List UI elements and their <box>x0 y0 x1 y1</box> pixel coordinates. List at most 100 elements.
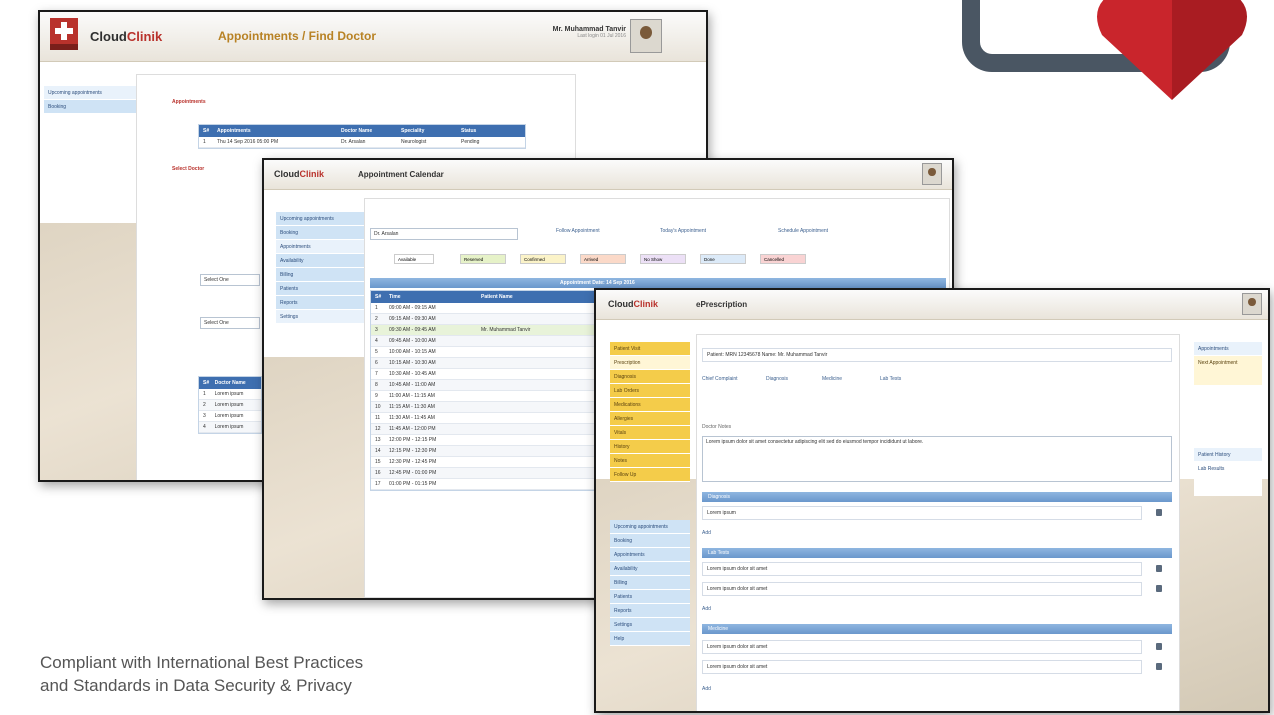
table-row[interactable]: 5 10:00 AM - 10:15 AM <box>371 347 595 358</box>
avatar[interactable] <box>1242 293 1262 315</box>
sidebar-item[interactable]: Appointments <box>610 548 690 562</box>
section-header-lab-tests: Lab Tests <box>702 548 1172 558</box>
screenshot-eprescription: CloudClinik ePrescription Patient Visit … <box>594 288 1270 713</box>
sidebar-item-booking[interactable]: Booking <box>44 100 136 114</box>
calendar-table: S# Time Patient Name 1 09:00 AM - 09:15 A… <box>370 290 596 491</box>
add-lab-button[interactable]: Add <box>702 606 711 612</box>
notes-textarea[interactable]: Lorem ipsum dolor sit amet consectetur a… <box>702 436 1172 482</box>
table-row[interactable]: 1 Thu 14 Sep 2016 05:00 PM Dr. Arsalan N… <box>199 137 525 148</box>
panel-item[interactable]: Appointments <box>1194 342 1262 356</box>
panel-item[interactable]: Lab Results <box>1194 462 1262 496</box>
table-row[interactable]: 6 10:15 AM - 10:30 AM <box>371 358 595 369</box>
check-diagnosis[interactable]: Diagnosis <box>766 376 788 382</box>
app-header: CloudClinik Appointments / Find Doctor M… <box>40 12 706 62</box>
table-row[interactable]: 4 Lorem ipsum <box>199 422 261 433</box>
table-row[interactable]: 3 09:30 AM - 09:45 AM Mr. Muhammad Tanvir <box>371 325 595 336</box>
sidebar-item[interactable]: Follow Up <box>610 468 690 482</box>
sidebar-item[interactable]: Medications <box>610 398 690 412</box>
status-chip: Cancelled <box>760 254 806 264</box>
avatar[interactable] <box>630 19 662 53</box>
schedule-appointment-button[interactable]: Schedule Appointment <box>778 228 828 234</box>
sidebar-item[interactable]: Reports <box>610 604 690 618</box>
table-row[interactable]: 16 12:45 PM - 01:00 PM <box>371 468 595 479</box>
sidebar-item[interactable]: Prescription <box>610 356 690 370</box>
medicine-row[interactable]: Lorem ipsum dolor sit amet <box>702 660 1142 674</box>
status-chip: Available <box>394 254 434 264</box>
date-banner: Appointment Date: 14 Sep 2016 <box>370 278 946 288</box>
table-row[interactable]: 14 12:15 PM - 12:30 PM <box>371 446 595 457</box>
promo-stage: CloudClinik Appointments / Find Doctor M… <box>0 0 1274 715</box>
check-medicine[interactable]: Medicine <box>822 376 842 382</box>
table-row[interactable]: 12 11:45 AM - 12:00 PM <box>371 424 595 435</box>
table-row[interactable]: 3 Lorem ipsum <box>199 411 261 422</box>
table-row[interactable]: 1 09:00 AM - 09:15 AM <box>371 303 595 314</box>
sidebar-item[interactable]: Settings <box>610 618 690 632</box>
sidebar-item[interactable]: Settings <box>276 310 364 324</box>
follow-appointment-button[interactable]: Follow Appointment <box>556 228 600 234</box>
delete-icon[interactable] <box>1156 565 1162 572</box>
sidebar-item[interactable]: Booking <box>276 226 364 240</box>
table-row[interactable]: 15 12:30 PM - 12:45 PM <box>371 457 595 468</box>
table-row[interactable]: 7 10:30 AM - 10:45 AM <box>371 369 595 380</box>
right-panel: Appointments Next Appointment <box>1194 342 1262 386</box>
sidebar-item[interactable]: Appointments <box>276 240 364 254</box>
sidebar-item[interactable]: Patients <box>610 590 690 604</box>
table-row[interactable]: 9 11:00 AM - 11:15 AM <box>371 391 595 402</box>
sidebar-item[interactable]: Billing <box>610 576 690 590</box>
table-row[interactable]: 8 10:45 AM - 11:00 AM <box>371 380 595 391</box>
sidebar-yellow: Patient Visit Prescription Diagnosis Lab… <box>610 342 690 482</box>
doctor-field[interactable]: Dr. Arsalan <box>370 228 518 240</box>
sidebar-item[interactable]: Help <box>610 632 690 646</box>
table-row[interactable]: 11 11:30 AM - 11:45 AM <box>371 413 595 424</box>
sidebar-item[interactable]: Lab Orders <box>610 384 690 398</box>
sidebar-item[interactable]: Reports <box>276 296 364 310</box>
lab-row[interactable]: Lorem ipsum dolor sit amet <box>702 582 1142 596</box>
sidebar-item[interactable]: Diagnosis <box>610 370 690 384</box>
table-header: S# Appointments Doctor Name Speciality S… <box>199 125 525 137</box>
sidebar-item-upcoming[interactable]: Upcoming appointments <box>44 86 136 100</box>
section-header-diagnosis: Diagnosis <box>702 492 1172 502</box>
sidebar-item[interactable]: Upcoming appointments <box>276 212 364 226</box>
user-info[interactable]: Mr. Muhammad Tanvir Last login 01 Jul 20… <box>456 26 626 39</box>
delete-icon[interactable] <box>1156 643 1162 650</box>
sidebar-item[interactable]: Allergies <box>610 412 690 426</box>
sidebar-item[interactable]: Billing <box>276 268 364 282</box>
add-medicine-button[interactable]: Add <box>702 686 711 692</box>
table-row[interactable]: 10 11:15 AM - 11:30 AM <box>371 402 595 413</box>
user-last-login: Last login 01 Jul 2016 <box>577 33 626 39</box>
sidebar-item[interactable]: Availability <box>276 254 364 268</box>
table-row[interactable]: 17 01:00 PM - 01:15 PM <box>371 479 595 490</box>
panel-item[interactable]: Next Appointment <box>1194 356 1262 386</box>
right-panel-lower: Patient History Lab Results <box>1194 448 1262 496</box>
sidebar-item[interactable]: Patients <box>276 282 364 296</box>
diagnosis-row[interactable]: Lorem ipsum <box>702 506 1142 520</box>
speciality-select[interactable]: Select One <box>200 317 260 329</box>
table-row[interactable]: 13 12:00 PM - 12:15 PM <box>371 435 595 446</box>
sidebar-item[interactable]: Notes <box>610 454 690 468</box>
sidebar-item[interactable]: History <box>610 440 690 454</box>
check-chief-complaint[interactable]: Chief Complaint <box>702 376 738 382</box>
tagline: Compliant with International Best Practi… <box>40 653 364 695</box>
sidebar-item[interactable]: Vitals <box>610 426 690 440</box>
delete-icon[interactable] <box>1156 585 1162 592</box>
sidebar-item[interactable]: Patient Visit <box>610 342 690 356</box>
delete-icon[interactable] <box>1156 663 1162 670</box>
sidebar-item[interactable]: Availability <box>610 562 690 576</box>
panel-item[interactable]: Patient History <box>1194 448 1262 462</box>
page-title: Appointment Calendar <box>358 170 444 179</box>
avatar[interactable] <box>922 163 942 185</box>
doctor-select[interactable]: Select One <box>200 274 260 286</box>
lab-row[interactable]: Lorem ipsum dolor sit amet <box>702 562 1142 576</box>
sidebar-item[interactable]: Upcoming appointments <box>610 520 690 534</box>
table-row[interactable]: 2 09:15 AM - 09:30 AM <box>371 314 595 325</box>
app-header: CloudClinik Appointment Calendar <box>264 160 952 190</box>
todays-appointment-button[interactable]: Today's Appointment <box>660 228 706 234</box>
check-lab-tests[interactable]: Lab Tests <box>880 376 901 382</box>
table-row[interactable]: 4 09:45 AM - 10:00 AM <box>371 336 595 347</box>
sidebar-item[interactable]: Booking <box>610 534 690 548</box>
medicine-row[interactable]: Lorem ipsum dolor sit amet <box>702 640 1142 654</box>
table-row[interactable]: 1 Lorem ipsum <box>199 389 261 400</box>
add-diagnosis-button[interactable]: Add <box>702 530 711 536</box>
table-row[interactable]: 2 Lorem ipsum <box>199 400 261 411</box>
delete-icon[interactable] <box>1156 509 1162 516</box>
